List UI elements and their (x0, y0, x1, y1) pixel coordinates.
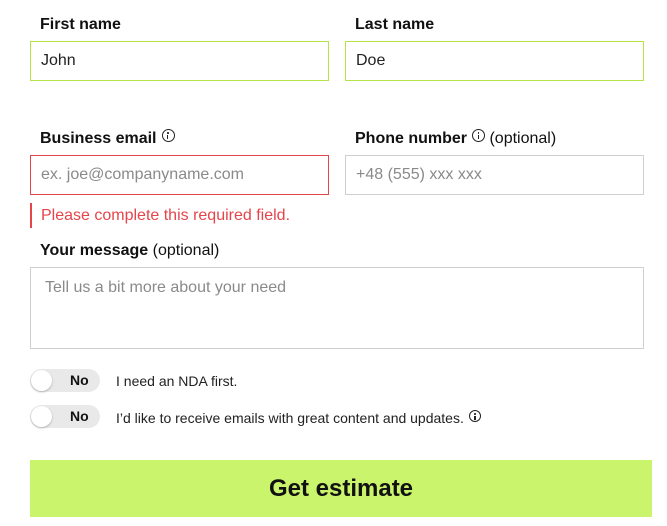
newsletter-toggle-label: I’d like to receive emails with great co… (116, 409, 481, 427)
last-name-label: Last name (355, 16, 435, 33)
first-name-field[interactable] (30, 41, 329, 81)
email-error-message: Please complete this required field. (30, 203, 290, 228)
get-estimate-button[interactable]: Get estimate (30, 460, 652, 517)
info-icon[interactable] (468, 410, 481, 422)
phone-number-label: Phone number (optional) (355, 129, 556, 149)
business-email-label: Business email (40, 129, 175, 149)
optional-note: (optional) (489, 130, 557, 147)
business-email-field[interactable] (30, 155, 329, 195)
message-label-text: Your message (40, 242, 149, 259)
first-name-label: First name (40, 16, 121, 33)
info-icon[interactable] (472, 129, 486, 142)
toggle-state-label: No (70, 408, 89, 424)
newsletter-toggle[interactable]: No (30, 405, 100, 428)
last-name-field[interactable] (345, 41, 644, 81)
phone-number-label-text: Phone number (355, 130, 468, 147)
nda-toggle[interactable]: No (30, 369, 100, 392)
message-textarea[interactable] (30, 267, 644, 349)
phone-number-field[interactable] (345, 155, 644, 195)
toggle-state-label: No (70, 372, 89, 388)
newsletter-toggle-text: I’d like to receive emails with great co… (116, 410, 464, 426)
toggle-knob (31, 370, 52, 391)
nda-toggle-label: I need an NDA first. (116, 373, 238, 389)
business-email-label-text: Business email (40, 130, 157, 147)
message-label: Your message (optional) (40, 241, 219, 261)
info-icon[interactable] (161, 129, 175, 142)
toggle-knob (31, 406, 52, 427)
optional-note: (optional) (152, 242, 220, 259)
